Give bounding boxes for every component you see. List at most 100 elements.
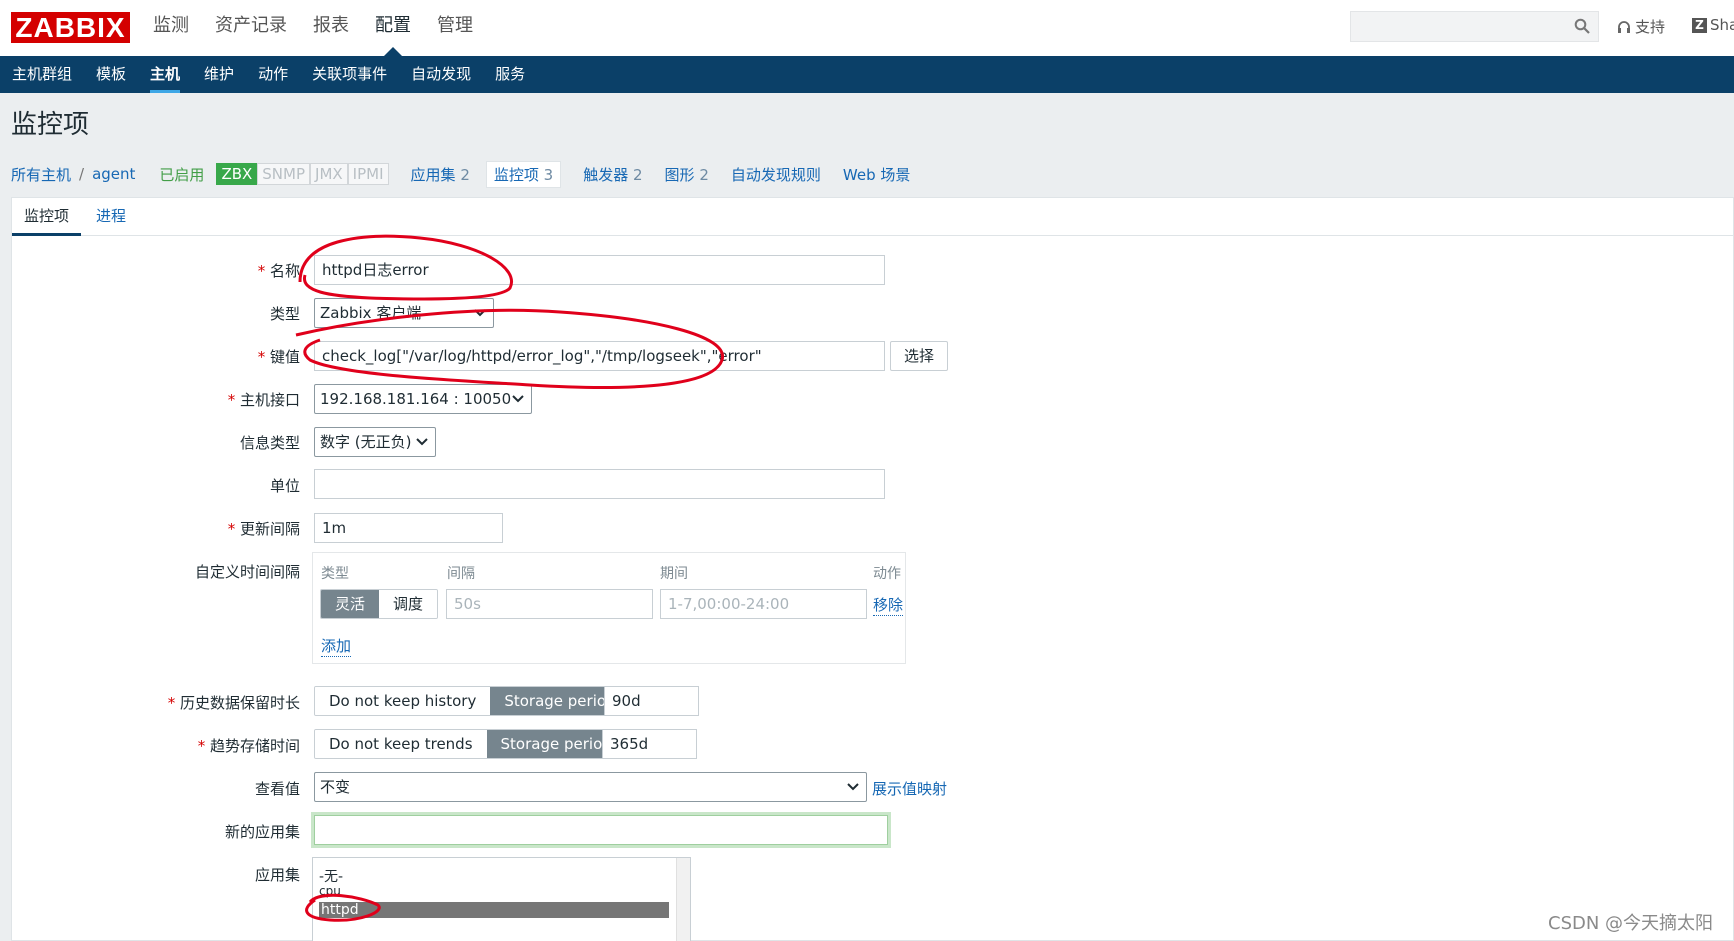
- interface-label: 主机接口: [40, 389, 300, 410]
- remove-interval-link[interactable]: 移除: [873, 594, 904, 616]
- history-mode-toggle: Do not keep history Storage period: [314, 686, 631, 716]
- main-menu-administration[interactable]: 管理: [424, 0, 486, 56]
- units-label: 单位: [269, 477, 300, 495]
- type-select[interactable]: Zabbix 客户端: [314, 298, 494, 328]
- main-menu-reports[interactable]: 报表: [300, 0, 362, 56]
- page-title: 监控项: [11, 110, 90, 140]
- application-option-cpu[interactable]: cpu: [319, 884, 341, 898]
- submenu-maintenance[interactable]: 维护: [192, 56, 246, 93]
- col-action-header: 动作: [873, 566, 901, 582]
- share-link[interactable]: Z Sha: [1692, 16, 1734, 34]
- host-tab-items[interactable]: 监控项 3: [485, 160, 562, 188]
- value-map-select[interactable]: 不变: [314, 772, 867, 802]
- headset-icon: [1618, 20, 1630, 33]
- tab-preprocessing[interactable]: 进程: [84, 198, 138, 236]
- name-field[interactable]: httpd日志error: [314, 255, 885, 285]
- value-map-label: 查看值: [254, 780, 300, 798]
- availability-ipmi: IPMI: [347, 163, 389, 185]
- col-type-header: 类型: [321, 566, 349, 582]
- breadcrumb-host[interactable]: agent: [92, 165, 135, 183]
- chevron-down-icon: [474, 309, 486, 317]
- sub-menu: 主机群组 模板 主机 维护 动作 关联项事件 自动发现 服务: [0, 56, 1734, 93]
- csdn-watermark: CSDN @今天摘太阳: [1548, 913, 1714, 934]
- submenu-hosts[interactable]: 主机: [138, 56, 192, 93]
- main-menu: 监测 资产记录 报表 配置 管理: [140, 0, 486, 56]
- share-label: Sha: [1710, 16, 1734, 34]
- col-interval-header: 间隔: [447, 566, 475, 582]
- main-menu-monitoring[interactable]: 监测: [140, 0, 202, 56]
- trends-label: 趋势存储时间: [40, 735, 300, 756]
- interval-type-scheduling[interactable]: 调度: [379, 590, 438, 618]
- host-tab-triggers[interactable]: 触发器 2: [583, 164, 642, 185]
- applications-listbox[interactable]: -无- cpu httpd: [312, 857, 691, 941]
- chevron-down-icon: [512, 395, 524, 403]
- share-z-icon: Z: [1692, 17, 1707, 33]
- tab-item[interactable]: 监控项: [12, 198, 82, 236]
- host-tab-applications[interactable]: 应用集 2: [411, 164, 470, 185]
- interface-select[interactable]: 192.168.181.164 : 10050: [314, 384, 532, 414]
- support-label: 支持: [1635, 18, 1666, 36]
- key-field[interactable]: check_log["/var/log/httpd/error_log","/t…: [314, 341, 885, 371]
- host-status-enabled[interactable]: 已启用: [159, 164, 204, 185]
- new-application-field[interactable]: [314, 815, 888, 845]
- new-application-label: 新的应用集: [224, 823, 300, 841]
- main-menu-inventory[interactable]: 资产记录: [202, 0, 300, 56]
- main-menu-configuration[interactable]: 配置: [362, 0, 424, 56]
- availability-jmx: JMX: [310, 163, 348, 185]
- trends-do-not-keep[interactable]: Do not keep trends: [315, 730, 487, 758]
- submenu-host-groups[interactable]: 主机群组: [0, 56, 84, 93]
- name-label: 名称: [40, 260, 300, 281]
- col-period-header: 期间: [660, 566, 688, 582]
- update-interval-field[interactable]: 1m: [314, 513, 503, 543]
- submenu-services[interactable]: 服务: [483, 56, 537, 93]
- applications-label: 应用集: [254, 866, 300, 884]
- availability-zbx: ZBX: [216, 163, 258, 185]
- units-field[interactable]: [314, 469, 885, 499]
- info-type-select-value: 数字 (无正负): [320, 433, 412, 451]
- type-select-value: Zabbix 客户端: [320, 304, 422, 322]
- interval-type-flexible[interactable]: 灵活: [321, 590, 380, 618]
- submenu-templates[interactable]: 模板: [84, 56, 138, 93]
- application-option-none[interactable]: -无-: [319, 866, 343, 886]
- key-label: 键值: [40, 346, 300, 367]
- form-tabs: 监控项 进程: [12, 198, 1733, 236]
- trends-mode-toggle: Do not keep trends Storage period: [314, 729, 627, 759]
- zabbix-logo[interactable]: ZABBIX: [11, 12, 130, 43]
- key-select-button[interactable]: 选择: [890, 341, 948, 371]
- chevron-down-icon: [847, 783, 859, 791]
- breadcrumb-all-hosts[interactable]: 所有主机: [11, 164, 71, 185]
- add-interval-link[interactable]: 添加: [321, 635, 352, 657]
- show-value-mappings-link[interactable]: 展示值映射: [872, 778, 947, 799]
- history-label: 历史数据保留时长: [40, 692, 300, 713]
- trends-period-field[interactable]: 365d: [602, 729, 697, 759]
- value-map-select-value: 不变: [320, 778, 351, 796]
- submenu-event-correlation[interactable]: 关联项事件: [300, 56, 399, 93]
- info-type-select[interactable]: 数字 (无正负): [314, 427, 436, 457]
- interval-field[interactable]: 50s: [446, 589, 653, 619]
- custom-intervals-table: 类型 间隔 期间 动作 灵活 调度 50s 1-7,00:00-24:00 移除…: [312, 552, 906, 664]
- host-tab-discovery-rules[interactable]: 自动发现规则: [731, 164, 821, 185]
- interface-select-value: 192.168.181.164 : 10050: [320, 390, 512, 408]
- history-do-not-keep[interactable]: Do not keep history: [315, 687, 491, 715]
- availability-badges: ZBX SNMP JMX IPMI: [216, 163, 389, 185]
- support-link[interactable]: 支持: [1617, 16, 1665, 37]
- period-field[interactable]: 1-7,00:00-24:00: [660, 589, 867, 619]
- host-tab-graphs[interactable]: 图形 2: [665, 164, 709, 185]
- history-period-field[interactable]: 90d: [604, 686, 699, 716]
- interval-type-toggle: 灵活 调度: [320, 589, 439, 619]
- availability-snmp: SNMP: [257, 163, 311, 185]
- application-option-httpd[interactable]: httpd: [319, 902, 669, 918]
- breadcrumb-separator: /: [79, 165, 85, 183]
- submenu-actions[interactable]: 动作: [246, 56, 300, 93]
- listbox-scrollbar[interactable]: [676, 858, 690, 941]
- search-icon[interactable]: [1574, 18, 1590, 34]
- search-input[interactable]: [1350, 11, 1599, 42]
- type-label: 类型: [269, 305, 300, 323]
- chevron-down-icon: [416, 438, 428, 446]
- submenu-discovery[interactable]: 自动发现: [399, 56, 483, 93]
- custom-intervals-label: 自定义时间间隔: [194, 563, 300, 581]
- update-interval-label: 更新间隔: [40, 518, 300, 539]
- top-bar: ZABBIX 监测 资产记录 报表 配置 管理 支持 Z Sha: [0, 0, 1734, 56]
- host-navigation: 所有主机 / agent 已启用 ZBX SNMP JMX IPMI 应用集 2…: [11, 160, 910, 188]
- host-tab-web-scenarios[interactable]: Web 场景: [843, 164, 910, 185]
